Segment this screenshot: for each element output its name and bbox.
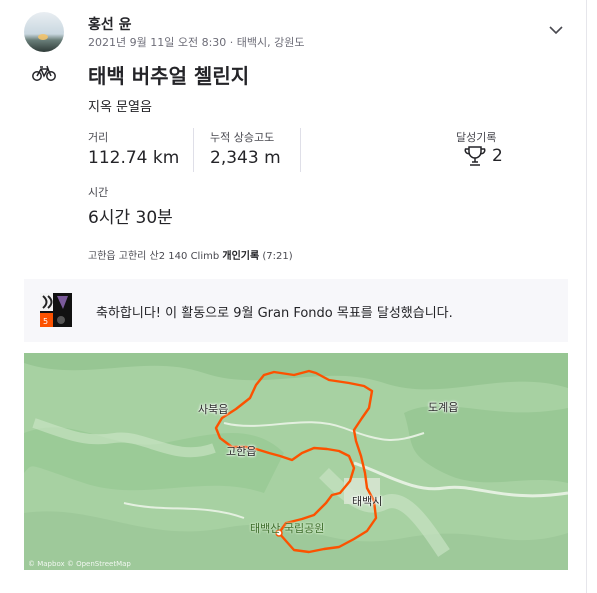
chevron-down-icon[interactable] — [548, 24, 564, 36]
athlete-avatar[interactable] — [24, 12, 64, 52]
elevation-value: 2,343 m — [210, 148, 281, 168]
stat-divider — [300, 128, 301, 172]
goal-banner: 5 축하합니다! 이 활동으로 9월 Gran Fondo 목표를 달성했습니다… — [24, 279, 568, 342]
map-label-gohan: 고한읍 — [226, 445, 257, 458]
achievements-value: 2 — [492, 146, 503, 166]
athlete-name[interactable]: 홍선 윤 — [88, 14, 132, 34]
route-map[interactable]: 사북읍 고한읍 도계읍 태백시 태백산 국립공원 © Mapbox © Open… — [24, 353, 568, 570]
distance-value: 112.74 km — [88, 148, 180, 168]
map-terrain — [24, 353, 568, 570]
stat-divider — [193, 128, 194, 172]
trophy-icon — [464, 146, 486, 166]
segment-name: 고한읍 고한리 산2 140 Climb — [88, 251, 220, 262]
elevation-label: 누적 상승고도 — [210, 131, 275, 144]
map-label-national-park: 태백산 국립공원 — [250, 522, 325, 535]
activity-title[interactable]: 태백 버추얼 첼린지 — [88, 60, 249, 89]
banner-message: 축하합니다! 이 활동으로 9월 Gran Fondo 목표를 달성했습니다. — [96, 306, 453, 321]
pr-label: 개인기록 — [222, 251, 260, 262]
distance-label: 거리 — [88, 131, 109, 144]
bike-icon — [32, 65, 56, 81]
activity-meta: 2021년 9월 11일 오전 8:30 · 태백시, 강원도 — [88, 36, 305, 49]
pr-time: (7:21) — [262, 251, 293, 262]
activity-description: 지옥 문열음 — [88, 100, 152, 115]
card-border — [586, 0, 587, 593]
time-value: 6시간 30분 — [88, 208, 173, 228]
map-label-taebaek: 태백시 — [352, 495, 383, 508]
map-label-dogye: 도계읍 — [428, 401, 459, 414]
gran-fondo-badge-icon: 5 — [40, 293, 72, 327]
map-label-sabuk: 사북읍 — [198, 403, 229, 416]
time-label: 시간 — [88, 186, 109, 199]
achievements-label: 달성기록 — [456, 131, 497, 144]
map-attribution[interactable]: © Mapbox © OpenStreetMap — [28, 560, 131, 568]
svg-text:5: 5 — [43, 317, 48, 326]
segment-achievement[interactable]: 고한읍 고한리 산2 140 Climb 개인기록 (7:21) — [88, 247, 293, 262]
